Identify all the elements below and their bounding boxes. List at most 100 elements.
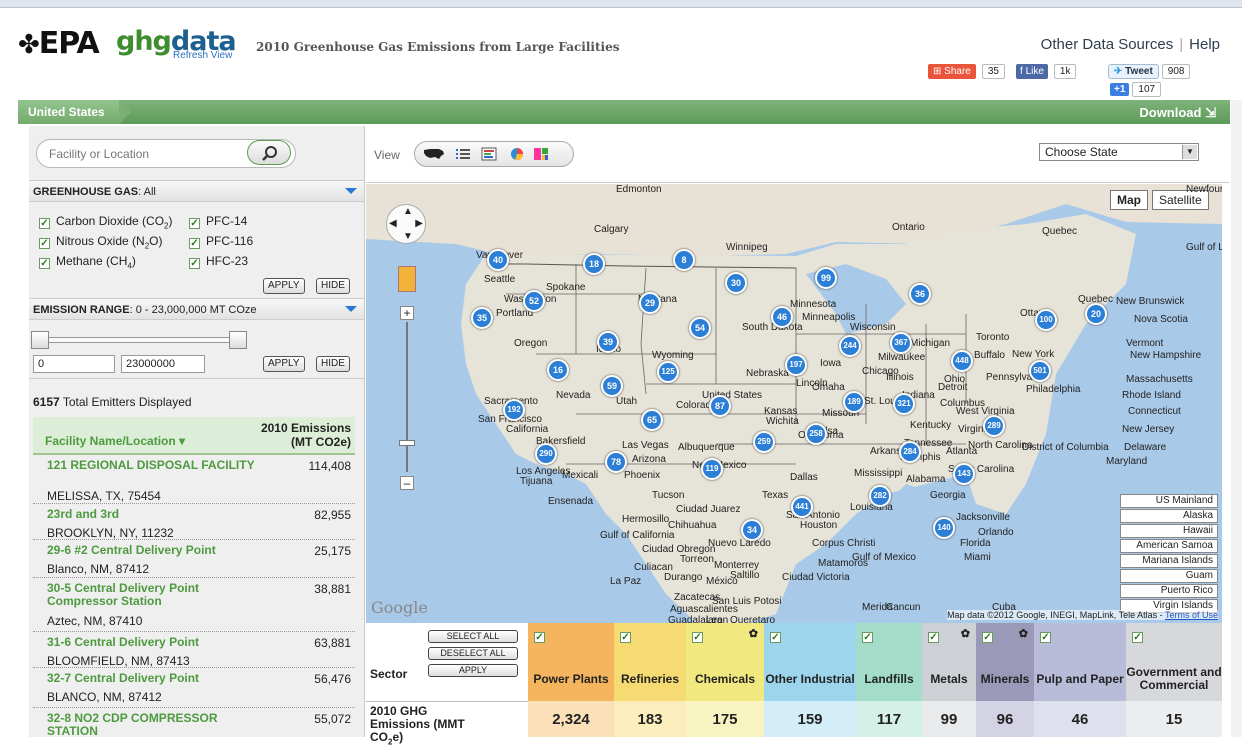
pan-down-icon[interactable]: ▼	[403, 231, 413, 242]
gas-pfc14-checkbox[interactable]: ✓ PFC-14	[189, 214, 247, 229]
facility-name-link[interactable]: 121 REGIONAL DISPOSAL FACILITY	[47, 459, 257, 472]
cluster-marker[interactable]: 78	[605, 451, 627, 473]
emission-range-header[interactable]: EMISSION RANGE: 0 - 23,000,000 MT COze	[29, 298, 364, 320]
gas-ch4-checkbox[interactable]: ✓ Methane (CH4)	[39, 254, 136, 270]
region-button[interactable]: US Mainland	[1120, 494, 1218, 508]
settings-gear-icon[interactable]: ✿	[749, 627, 758, 640]
sector-checkbox[interactable]: ✓	[982, 628, 999, 643]
select-all-button[interactable]: SELECT ALL	[428, 630, 518, 643]
facility-row[interactable]: 29-6 #2 Central Delivery Point Blanco, NM…	[33, 540, 355, 578]
map-view[interactable]: ▲ ◀ ▶ ▼ + – Map Satellite Edmonton Calgar…	[366, 184, 1222, 623]
cluster-marker[interactable]: 20	[1085, 303, 1107, 325]
cluster-marker[interactable]: 192	[503, 399, 525, 421]
gas-hfc23-checkbox[interactable]: ✓ HFC-23	[189, 254, 248, 269]
sector-checkbox[interactable]: ✓	[770, 628, 787, 643]
facility-row[interactable]: 121 REGIONAL DISPOSAL FACILITY MELISSA, T…	[33, 455, 355, 504]
cluster-marker[interactable]: 189	[843, 391, 865, 413]
cluster-marker[interactable]: 448	[951, 350, 973, 372]
cluster-marker[interactable]: 46	[771, 306, 793, 328]
cluster-marker[interactable]: 125	[657, 361, 679, 383]
cluster-marker[interactable]: 99	[815, 267, 837, 289]
cluster-marker[interactable]: 119	[701, 458, 723, 480]
map-type-map-button[interactable]: Map	[1110, 190, 1148, 210]
sector-checkbox[interactable]: ✓	[692, 628, 709, 643]
pie-chart-view-icon[interactable]	[509, 147, 525, 161]
sector-column[interactable]: ✓ ✿ Chemicals 175	[686, 623, 764, 737]
cluster-marker[interactable]: 140	[933, 517, 955, 539]
refresh-view-link[interactable]: Refresh View	[173, 50, 232, 61]
facility-name-link[interactable]: 23rd and 3rd	[47, 508, 257, 521]
facebook-like-button[interactable]: f Like	[1016, 64, 1048, 79]
cluster-marker[interactable]: 16	[547, 359, 569, 381]
cluster-marker[interactable]: 29	[639, 292, 661, 314]
zoom-out-button[interactable]: –	[400, 476, 414, 490]
sector-column[interactable]: ✓ Power Plants 2,324	[528, 623, 614, 737]
us-map-view-icon[interactable]	[423, 147, 445, 161]
range-max-input[interactable]: 23000000	[121, 355, 205, 373]
pan-right-icon[interactable]: ▶	[415, 218, 423, 229]
cluster-marker[interactable]: 197	[785, 354, 807, 376]
treemap-view-icon[interactable]	[533, 147, 549, 161]
facility-name-link[interactable]: 32-7 Central Delivery Point	[47, 672, 257, 685]
terms-of-use-link[interactable]: Terms of Use	[1165, 610, 1218, 620]
download-button[interactable]: Download ⇲	[1139, 105, 1216, 121]
facility-row[interactable]: 30-5 Central Delivery Point Compressor S…	[33, 578, 355, 632]
settings-gear-icon[interactable]: ✿	[961, 627, 970, 640]
cluster-marker[interactable]: 290	[535, 443, 557, 465]
cluster-marker[interactable]: 282	[869, 485, 891, 507]
cluster-marker[interactable]: 40	[487, 249, 509, 271]
cluster-marker[interactable]: 367	[890, 332, 912, 354]
cluster-marker[interactable]: 18	[583, 253, 605, 275]
street-view-pegman-icon[interactable]	[398, 266, 416, 292]
cluster-marker[interactable]: 100	[1035, 309, 1057, 331]
gas-n2o-checkbox[interactable]: ✓ Nitrous Oxide (N2O)	[39, 234, 162, 250]
cluster-marker[interactable]: 36	[909, 283, 931, 305]
facility-name-link[interactable]: 30-5 Central Delivery Point Compressor S…	[47, 582, 257, 608]
facility-name-link[interactable]: 31-6 Central Delivery Point	[47, 636, 257, 649]
gas-apply-button[interactable]: APPLY	[263, 278, 305, 294]
gas-co2-checkbox[interactable]: ✓ Carbon Dioxide (CO2)	[39, 214, 173, 230]
greenhouse-gas-header[interactable]: GREENHOUSE GAS: All	[29, 180, 364, 202]
cluster-marker[interactable]: 35	[471, 307, 493, 329]
gas-pfc116-checkbox[interactable]: ✓ PFC-116	[189, 234, 253, 249]
collapse-arrow-icon[interactable]	[345, 188, 357, 194]
cluster-marker[interactable]: 59	[601, 375, 623, 397]
deselect-all-button[interactable]: DESELECT ALL	[428, 647, 518, 660]
sector-checkbox[interactable]: ✓	[862, 628, 879, 643]
share-button[interactable]: ⊞ Share	[928, 64, 976, 79]
cluster-marker[interactable]: 34	[741, 519, 763, 541]
range-slider-track[interactable]	[37, 337, 243, 343]
facility-row[interactable]: 32-7 Central Delivery Point BLANCO, NM, 8…	[33, 668, 355, 708]
zoom-in-button[interactable]: +	[400, 306, 414, 320]
range-slider-max-handle[interactable]	[229, 331, 247, 349]
facility-name-link[interactable]: 29-6 #2 Central Delivery Point	[47, 544, 257, 557]
cluster-marker[interactable]: 258	[805, 423, 827, 445]
cluster-marker[interactable]: 30	[725, 272, 747, 294]
facility-row[interactable]: 32-8 NO2 CDP COMPRESSOR STATION 55,072	[33, 708, 355, 738]
pan-up-icon[interactable]: ▲	[403, 206, 413, 217]
sector-apply-button[interactable]: APPLY	[428, 664, 518, 677]
zoom-slider-track[interactable]	[406, 322, 408, 472]
choose-state-select[interactable]: Choose State ▼	[1039, 143, 1199, 161]
cluster-marker[interactable]: 8	[673, 249, 695, 271]
list-view-icon[interactable]	[455, 147, 471, 161]
epa-logo[interactable]: ✤EPA ghgdata	[18, 26, 237, 61]
page-scrollbar[interactable]	[1231, 100, 1242, 737]
facility-row[interactable]: 31-6 Central Delivery Point BLOOMFIELD, N…	[33, 632, 355, 668]
region-button[interactable]: Guam	[1120, 569, 1218, 583]
google-plus-one-button[interactable]: +1	[1110, 83, 1130, 96]
cluster-marker[interactable]: 321	[893, 393, 915, 415]
pan-left-icon[interactable]: ◀	[389, 218, 397, 229]
sort-by-name-header[interactable]: Facility Name/Location ▾	[45, 434, 185, 448]
cluster-marker[interactable]: 284	[899, 441, 921, 463]
cluster-marker[interactable]: 52	[523, 290, 545, 312]
range-apply-button[interactable]: APPLY	[263, 356, 305, 372]
region-button[interactable]: Mariana Islands	[1120, 554, 1218, 568]
sector-column[interactable]: ✓ ✿ Metals 99	[922, 623, 976, 737]
cluster-marker[interactable]: 65	[641, 409, 663, 431]
bar-chart-view-icon[interactable]	[481, 147, 497, 161]
cluster-marker[interactable]: 87	[709, 395, 731, 417]
sector-checkbox[interactable]: ✓	[928, 628, 945, 643]
zoom-slider-handle[interactable]	[399, 440, 415, 446]
cluster-marker[interactable]: 441	[791, 496, 813, 518]
